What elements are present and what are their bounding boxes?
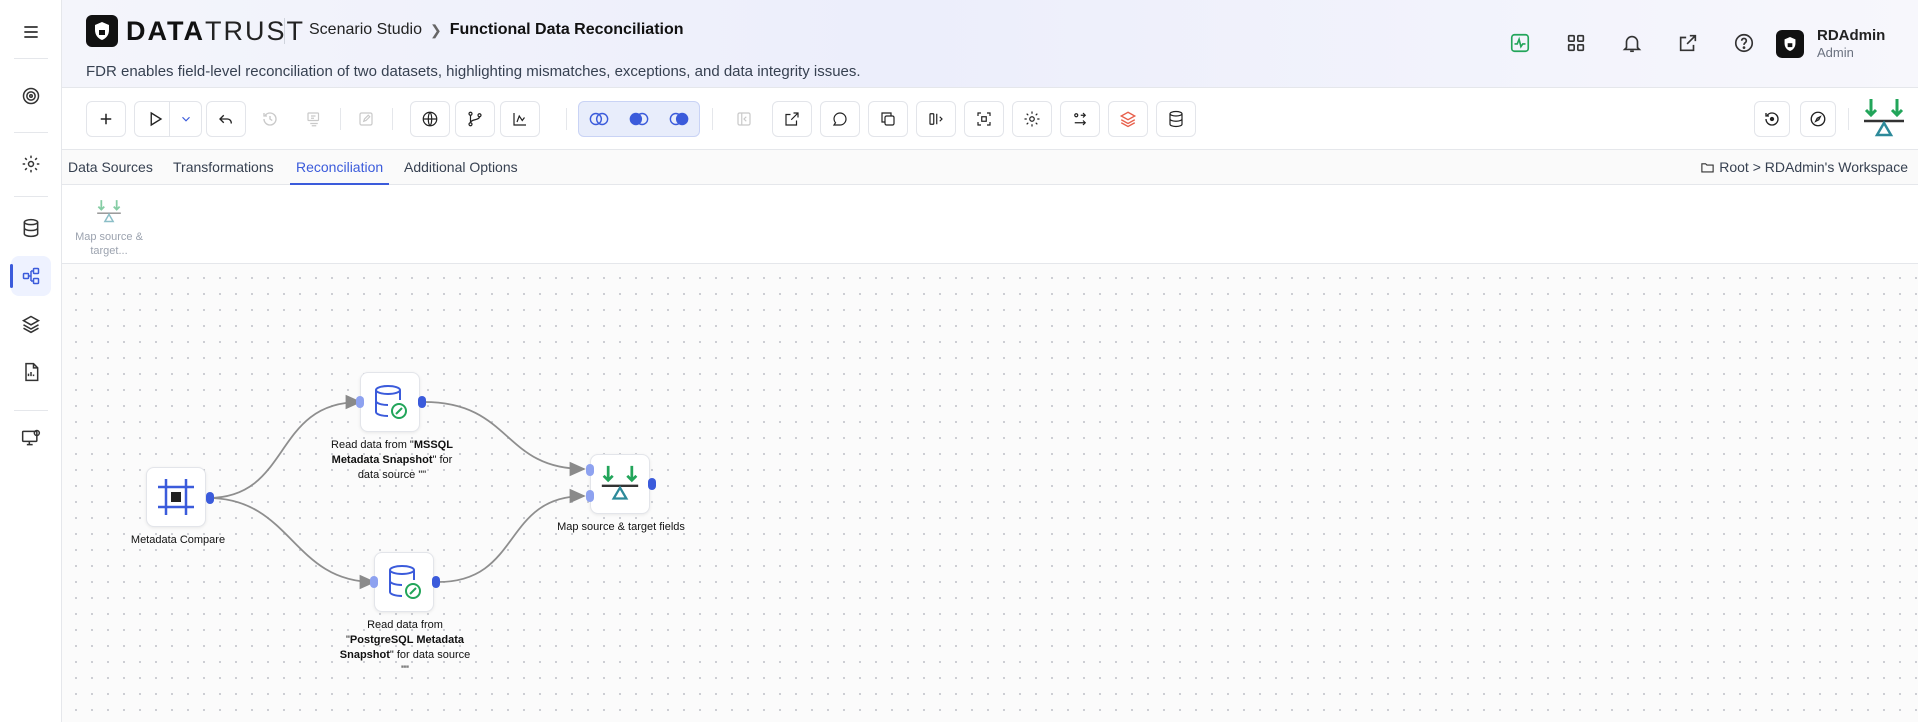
node-label-prefix: Read data from " [331, 439, 414, 451]
port-input[interactable] [586, 464, 594, 476]
edit-button[interactable] [346, 101, 386, 137]
workflow-canvas[interactable]: Metadata Compare Read data from "MSSQL M… [62, 264, 1918, 722]
restore-button[interactable] [1754, 101, 1790, 137]
compass-button[interactable] [1800, 101, 1836, 137]
balance-icon [601, 465, 639, 500]
balance-icon [97, 200, 121, 223]
menu-icon[interactable] [11, 12, 51, 52]
globe-button[interactable] [410, 101, 450, 137]
edge-postgres-to-map [437, 488, 586, 583]
palette-item-label: Map source & target... [75, 231, 143, 257]
tab-reconciliation[interactable]: Reconciliation [290, 150, 390, 185]
page-description: FDR enables field-level reconciliation o… [86, 63, 861, 80]
app-header: DATATRUST Scenario Studio ❯ Functional D… [62, 0, 1918, 88]
tab-data-sources[interactable]: Data Sources [62, 150, 159, 185]
node-label: Read data from "MSSQL Metadata Snapshot"… [324, 438, 460, 483]
database-icon[interactable] [11, 208, 51, 248]
node-label: Map source & target fields [557, 521, 685, 533]
history-button[interactable] [250, 101, 290, 137]
node-label: Metadata Compare [130, 534, 226, 546]
workflow-icon[interactable] [10, 256, 51, 296]
database-button[interactable] [1156, 101, 1196, 137]
port-input[interactable] [370, 576, 378, 588]
bell-icon[interactable] [1604, 30, 1660, 56]
user-name: RDAdmin [1817, 27, 1886, 44]
node-map-fields[interactable] [590, 454, 650, 514]
help-icon[interactable] [1716, 30, 1772, 56]
folder-icon [1701, 162, 1714, 172]
settings-icon[interactable] [11, 144, 51, 184]
brand-name-thin: TRUST [204, 15, 305, 46]
tab-additional-options[interactable]: Additional Options [398, 150, 524, 185]
chart-button[interactable] [500, 101, 540, 137]
database-link-icon [389, 565, 421, 599]
compare-grid-icon [158, 479, 194, 515]
align-button[interactable] [916, 101, 956, 137]
balance-icon[interactable] [1862, 97, 1906, 141]
toolbar [62, 88, 1918, 150]
gear-button[interactable] [1012, 101, 1052, 137]
undo-button[interactable] [206, 101, 246, 137]
monitor-icon[interactable] [11, 418, 51, 458]
fit-view-button[interactable] [964, 101, 1004, 137]
header-actions [1492, 30, 1772, 56]
external-link-icon[interactable] [1660, 30, 1716, 56]
shield-icon [86, 15, 118, 47]
brand-name: DATATRUST [126, 16, 305, 47]
avatar [1776, 29, 1804, 58]
join-mode-group [578, 101, 700, 137]
chevron-down-icon[interactable] [179, 112, 193, 126]
node-label: Read data from "PostgreSQL Metadata Snap… [336, 618, 474, 678]
tab-transformations[interactable]: Transformations [167, 150, 280, 185]
report-icon[interactable] [11, 352, 51, 392]
left-rail [0, 0, 62, 722]
comment-button[interactable] [820, 101, 860, 137]
deploy-button[interactable] [294, 101, 334, 137]
port-output[interactable] [206, 492, 214, 504]
target-icon[interactable] [11, 76, 51, 116]
workspace-path-text: Root > RDAdmin's Workspace [1719, 159, 1908, 175]
page-title: Functional Data Reconciliation [449, 21, 684, 38]
activity-icon[interactable] [1492, 30, 1548, 56]
port-output[interactable] [648, 478, 656, 490]
copy-button[interactable] [868, 101, 908, 137]
port-output[interactable] [432, 576, 440, 588]
port-output[interactable] [418, 396, 426, 408]
palette-item-map-fields[interactable]: Map source & target... [74, 199, 144, 258]
add-button[interactable] [86, 101, 126, 137]
brand-name-bold: DATA [126, 15, 205, 46]
node-metadata-compare[interactable] [146, 467, 206, 527]
run-button[interactable] [134, 101, 202, 137]
apps-grid-icon[interactable] [1548, 30, 1604, 56]
tab-bar: Data Sources Transformations Reconciliat… [62, 150, 1918, 185]
collapse-panel-button[interactable] [724, 101, 764, 137]
node-read-mssql[interactable] [360, 372, 420, 432]
stack-button[interactable] [1108, 101, 1148, 137]
node-label-suffix: " for data source "" [389, 649, 471, 676]
right-join-icon[interactable] [659, 102, 699, 136]
database-link-icon [375, 385, 407, 419]
port-input[interactable] [356, 396, 364, 408]
branch-button[interactable] [455, 101, 495, 137]
open-external-button[interactable] [772, 101, 812, 137]
component-palette: Map source & target... [62, 185, 1918, 264]
user-role: Admin [1817, 45, 1854, 60]
transfer-button[interactable] [1060, 101, 1100, 137]
layers-icon[interactable] [11, 304, 51, 344]
brand-logo[interactable]: DATATRUST [86, 15, 305, 47]
node-read-postgres[interactable] [374, 552, 434, 612]
breadcrumb: Scenario Studio ❯ Functional Data Reconc… [309, 21, 684, 39]
port-input[interactable] [586, 490, 594, 502]
user-menu[interactable]: RDAdmin Admin [1776, 27, 1885, 60]
left-join-icon[interactable] [619, 102, 659, 136]
breadcrumb-scenario-studio[interactable]: Scenario Studio [309, 21, 422, 39]
workspace-path[interactable]: Root > RDAdmin's Workspace [1700, 159, 1908, 175]
chevron-right-icon: ❯ [429, 21, 442, 38]
full-join-icon[interactable] [579, 102, 619, 136]
